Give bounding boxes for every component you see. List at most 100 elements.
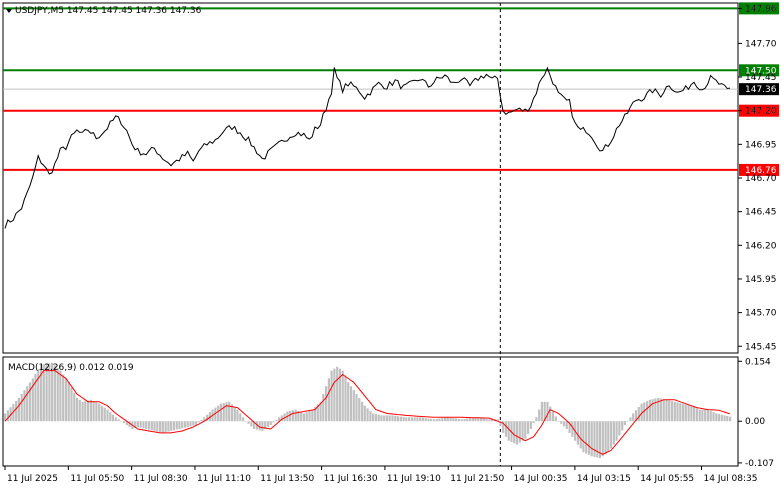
macd-bar: [189, 421, 192, 427]
macd-bar: [482, 418, 485, 422]
macd-bar: [377, 414, 380, 422]
macd-bar: [540, 401, 543, 422]
macd-bar: [56, 368, 59, 422]
macd-bar: [488, 419, 491, 422]
macd-bar: [100, 405, 104, 422]
macd-bar: [604, 421, 607, 455]
macd-bar: [17, 397, 20, 422]
time-tick-label: 11 Jul 08:30: [134, 474, 188, 484]
macd-bar: [139, 421, 142, 428]
macd-bar: [648, 399, 651, 422]
macd-bar: [197, 421, 200, 423]
macd-bar: [463, 418, 466, 422]
macd-bar: [712, 412, 715, 422]
macd-bar: [546, 401, 549, 422]
macd-bar: [507, 421, 510, 441]
macd-bar: [690, 405, 693, 422]
macd-bar: [579, 421, 582, 449]
time-tick-label: 14 Jul 00:35: [514, 474, 568, 484]
macd-bar: [601, 421, 604, 457]
price-tick-label: 146.95: [745, 140, 777, 150]
macd-bar: [618, 421, 621, 436]
macd-bar: [532, 421, 535, 424]
macd-bar: [114, 417, 117, 422]
macd-bar: [729, 416, 732, 422]
macd-bar: [629, 417, 632, 422]
macd-bar: [239, 413, 242, 422]
macd-bar: [408, 417, 411, 422]
macd-bar: [709, 410, 712, 422]
macd-bar: [355, 394, 358, 422]
chart-canvas[interactable]: 147.96147.50147.20146.76147.36 147.96147…: [0, 0, 781, 489]
macd-bar: [294, 409, 297, 422]
macd-bar: [150, 421, 153, 431]
macd-bar: [111, 414, 115, 422]
price-tick-label: 145.95: [745, 275, 777, 285]
price-tick-label: 146.45: [745, 208, 777, 218]
macd-bar: [527, 421, 530, 434]
price-tick-label: 145.45: [745, 342, 777, 352]
macd-bar: [687, 405, 690, 422]
macd-bar: [302, 413, 306, 422]
price-tick-label: 145.70: [745, 309, 777, 319]
macd-bar: [385, 415, 389, 422]
macd-bar: [394, 415, 397, 422]
macd-bar: [62, 374, 65, 422]
macd-bar: [250, 421, 253, 427]
macd-bar: [336, 366, 339, 422]
price-tick-label: 146.70: [745, 174, 777, 184]
macd-bar: [388, 415, 391, 422]
macd-bar: [399, 416, 402, 422]
macd-bar: [435, 418, 438, 422]
macd-bar: [275, 419, 278, 422]
macd-bar: [524, 421, 527, 439]
macd-bar: [361, 401, 364, 422]
macd-bar: [53, 365, 56, 422]
macd-bar: [106, 409, 109, 422]
macd-bar: [651, 399, 654, 422]
macd-bar: [521, 421, 524, 441]
macd-bar: [679, 403, 682, 422]
macd-bar: [109, 412, 112, 422]
symbol-header: USDJPY,M5 147.45 147.45 147.36 147.36: [6, 6, 202, 16]
macd-bar: [632, 413, 635, 422]
macd-bar: [698, 409, 701, 422]
macd-bar: [123, 421, 126, 424]
forex-chart-window[interactable]: 147.96 147.50 147.20 146.76 147.36 147.96 147…: [0, 0, 781, 489]
macd-bar: [92, 401, 95, 422]
time-tick-label: 14 Jul 08:35: [704, 474, 758, 484]
macd-bar: [374, 414, 377, 422]
time-tick-label: 11 Jul 2025: [7, 474, 58, 484]
macd-bar: [266, 421, 270, 427]
time-tick-label: 11 Jul 13:50: [260, 474, 314, 484]
macd-bar: [64, 378, 68, 422]
macd-bar: [219, 403, 222, 422]
macd-bar: [535, 417, 538, 422]
macd-bar: [183, 421, 187, 428]
macd-bar: [421, 417, 424, 422]
macd-bar: [325, 386, 328, 422]
macd-bar: [612, 421, 615, 445]
macd-bar: [95, 402, 98, 422]
macd-bar: [587, 421, 591, 455]
macd-bar: [396, 416, 400, 422]
macd-bar: [75, 397, 79, 422]
macd-bar: [117, 419, 120, 422]
macd-bar: [363, 405, 366, 422]
macd-bar: [333, 368, 336, 422]
macd-bar: [78, 399, 81, 422]
macd-bar: [615, 421, 618, 441]
macd-bar: [693, 407, 696, 422]
macd-bar: [358, 397, 361, 422]
macd-bar: [145, 421, 148, 429]
macd-bar: [684, 404, 687, 422]
macd-bar: [623, 421, 626, 426]
macd-bar: [261, 421, 264, 431]
macd-bar: [529, 421, 532, 429]
macd-bar: [457, 418, 460, 422]
macd-bar: [247, 421, 250, 424]
macd-bar: [405, 417, 408, 422]
macd-bar: [369, 410, 372, 422]
macd-bar: [372, 413, 375, 422]
macd-bar: [676, 402, 679, 422]
